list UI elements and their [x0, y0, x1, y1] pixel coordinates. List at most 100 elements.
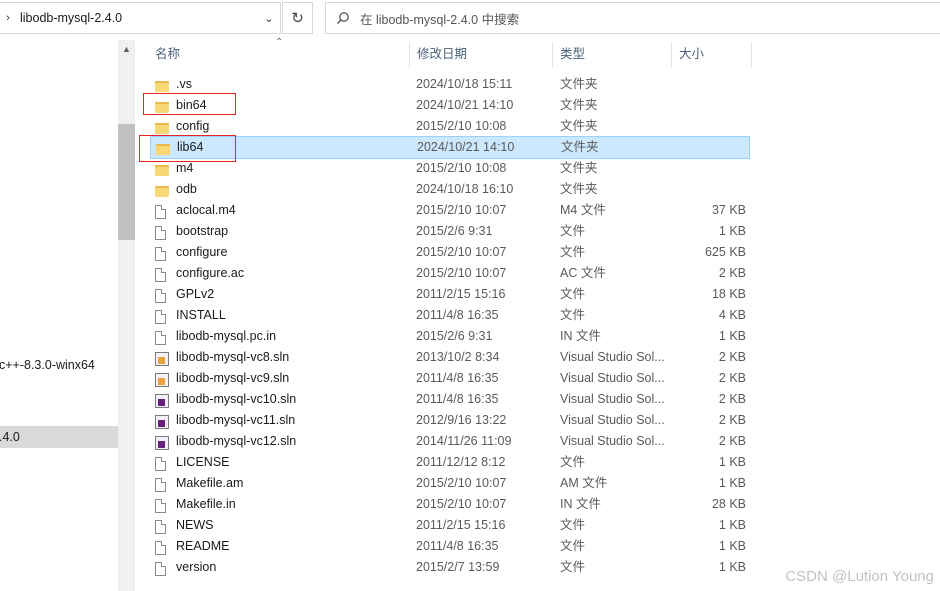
sln-icon — [155, 431, 173, 452]
column-header-date[interactable]: 修改日期 — [409, 40, 467, 68]
address-path[interactable]: libodb-mysql-2.4.0 — [14, 11, 258, 25]
file-icon — [155, 536, 173, 557]
nav-item-mingw[interactable]: c++-8.3.0-winx64 — [0, 354, 118, 376]
file-row[interactable]: README 2011/4/8 16:35 文件 1 KB — [150, 536, 750, 557]
file-size: 2 KB — [718, 392, 746, 406]
file-size: 2 KB — [718, 266, 746, 280]
file-modified-date: 2014/11/26 11:09 — [416, 434, 512, 448]
file-modified-date: 2015/2/6 9:31 — [416, 224, 493, 238]
file-size: 1 KB — [718, 329, 746, 343]
file-size: 2 KB — [718, 434, 746, 448]
file-row[interactable]: libodb-mysql-vc11.sln 2012/9/16 13:22 Visu… — [150, 410, 750, 431]
chevron-down-icon[interactable]: ⌄ — [258, 12, 280, 25]
file-name: configure.ac — [176, 266, 245, 280]
sln-old-icon — [155, 347, 173, 368]
file-row[interactable]: libodb-mysql-vc9.sln 2011/4/8 16:35 Visual… — [150, 368, 750, 389]
file-row[interactable]: aclocal.m4 2015/2/10 10:07 M4 文件 37 KB — [150, 200, 750, 221]
scrollbar-thumb[interactable] — [118, 124, 135, 240]
file-name: NEWS — [176, 518, 214, 532]
file-name: configure — [176, 245, 228, 259]
file-type: 文件 — [560, 560, 586, 574]
file-modified-date: 2015/2/10 10:08 — [416, 161, 507, 175]
folder-icon — [155, 74, 173, 95]
file-size — [680, 158, 746, 179]
file-row[interactable]: configure.ac 2015/2/10 10:07 AC 文件 2 KB — [150, 263, 750, 284]
file-size: 18 KB — [711, 287, 746, 301]
file-row[interactable]: libodb-mysql.pc.in 2015/2/6 9:31 IN 文件 1 KB — [150, 326, 750, 347]
file-type: Visual Studio Sol... — [560, 434, 665, 448]
file-row[interactable]: INSTALL 2011/4/8 16:35 文件 4 KB — [150, 305, 750, 326]
file-name: INSTALL — [176, 308, 226, 322]
file-type: 文件夹 — [560, 98, 598, 112]
file-list[interactable]: .vs 2024/10/18 15:11 文件夹 bin64 2024/10/21 14… — [135, 74, 940, 591]
file-row[interactable]: configure 2015/2/10 10:07 文件 625 KB — [150, 242, 750, 263]
column-header-type[interactable]: 类型 — [552, 40, 585, 68]
file-type: 文件夹 — [561, 140, 599, 154]
file-name: config — [176, 119, 210, 133]
folder-row[interactable]: config 2015/2/10 10:08 文件夹 — [150, 116, 750, 137]
file-name: LICENSE — [176, 455, 230, 469]
column-header-size[interactable]: 大小 — [671, 40, 704, 68]
folder-row[interactable]: m4 2015/2/10 10:08 文件夹 — [150, 158, 750, 179]
file-modified-date: 2011/2/15 15:16 — [416, 287, 506, 301]
file-row[interactable]: libodb-mysql-vc8.sln 2013/10/2 8:34 Visual… — [150, 347, 750, 368]
refresh-button[interactable]: ↻ — [282, 2, 313, 34]
address-bar[interactable]: › libodb-mysql-2.4.0 ⌄ — [0, 2, 281, 34]
file-type: 文件 — [560, 245, 586, 259]
file-modified-date: 2011/12/12 8:12 — [416, 455, 506, 469]
file-row[interactable]: libodb-mysql-vc10.sln 2011/4/8 16:35 Visua… — [150, 389, 750, 410]
file-icon — [155, 452, 173, 473]
file-icon — [155, 494, 173, 515]
navigation-pane[interactable]: c++-8.3.0-winx64 .4.0 — [0, 40, 118, 591]
file-type: 文件 — [560, 308, 586, 322]
file-row[interactable]: version 2015/2/7 13:59 文件 1 KB — [150, 557, 750, 578]
file-row[interactable]: bootstrap 2015/2/6 9:31 文件 1 KB — [150, 221, 750, 242]
file-row[interactable]: NEWS 2011/2/15 15:16 文件 1 KB — [150, 515, 750, 536]
file-size — [681, 137, 747, 158]
file-name: libodb-mysql-vc8.sln — [176, 350, 290, 364]
file-row[interactable]: GPLv2 2011/2/15 15:16 文件 18 KB — [150, 284, 750, 305]
sln-old-icon — [155, 368, 173, 389]
folder-row[interactable]: bin64 2024/10/21 14:10 文件夹 — [150, 95, 750, 116]
file-size: 1 KB — [718, 476, 746, 490]
file-row[interactable]: Makefile.am 2015/2/10 10:07 AM 文件 1 KB — [150, 473, 750, 494]
nav-item-libodb[interactable]: .4.0 — [0, 426, 118, 448]
file-name: libodb-mysql-vc12.sln — [176, 434, 297, 448]
file-modified-date: 2024/10/18 15:11 — [416, 77, 513, 91]
refresh-icon: ↻ — [291, 10, 304, 27]
file-name: GPLv2 — [176, 287, 215, 301]
scroll-up-arrow-icon[interactable]: ▲ — [118, 40, 135, 58]
file-type: 文件夹 — [560, 77, 598, 91]
file-type: 文件 — [560, 539, 586, 553]
file-type: IN 文件 — [560, 329, 601, 343]
chevron-right-icon[interactable]: › — [2, 12, 14, 24]
file-icon — [155, 242, 173, 263]
folder-icon — [155, 116, 173, 137]
file-size: 2 KB — [718, 413, 746, 427]
highlight-box-bin64 — [143, 93, 236, 115]
file-modified-date: 2015/2/10 10:07 — [416, 476, 507, 490]
file-name: README — [176, 539, 230, 553]
file-row[interactable]: libodb-mysql-vc12.sln 2014/11/26 11:09 Vis… — [150, 431, 750, 452]
folder-row[interactable]: odb 2024/10/18 16:10 文件夹 — [150, 179, 750, 200]
file-type: 文件夹 — [560, 182, 598, 196]
file-modified-date: 2024/10/18 16:10 — [416, 182, 514, 196]
file-name: libodb-mysql-vc10.sln — [176, 392, 297, 406]
file-size: 625 KB — [704, 245, 746, 259]
file-name: aclocal.m4 — [176, 203, 236, 217]
folder-row[interactable]: lib64 2024/10/21 14:10 文件夹 — [150, 136, 750, 159]
search-input[interactable]: 在 libodb-mysql-2.4.0 中搜索 — [325, 2, 940, 34]
folder-row[interactable]: .vs 2024/10/18 15:11 文件夹 — [150, 74, 750, 95]
nav-scrollbar[interactable]: ▲ — [118, 40, 135, 591]
file-modified-date: 2015/2/10 10:07 — [416, 203, 507, 217]
file-row[interactable]: Makefile.in 2015/2/10 10:07 IN 文件 28 KB — [150, 494, 750, 515]
file-modified-date: 2015/2/10 10:08 — [416, 119, 507, 133]
file-row[interactable]: LICENSE 2011/12/12 8:12 文件 1 KB — [150, 452, 750, 473]
file-name: version — [176, 560, 217, 574]
file-size — [680, 95, 746, 116]
column-divider[interactable] — [751, 42, 752, 68]
file-size: 1 KB — [718, 224, 746, 238]
file-name: Makefile.in — [176, 497, 236, 511]
column-header-name[interactable]: 名称 — [147, 40, 180, 68]
file-icon — [155, 263, 173, 284]
